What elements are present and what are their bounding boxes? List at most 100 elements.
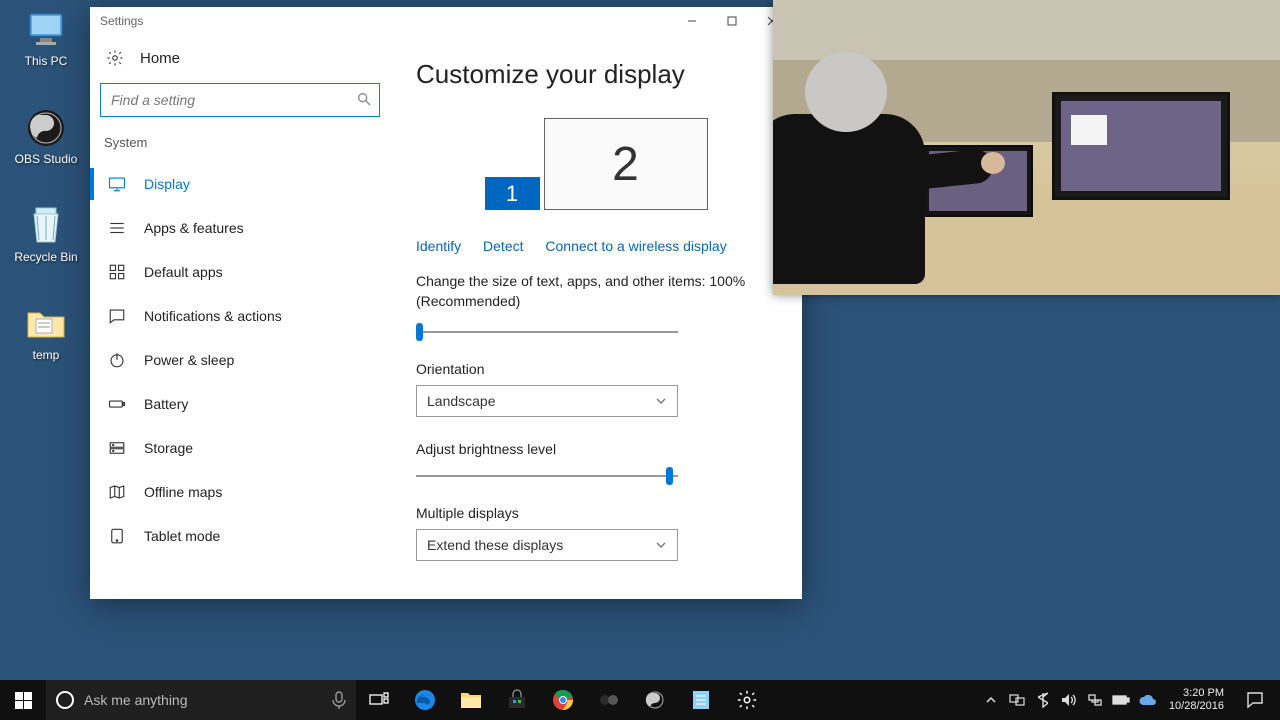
battery-icon <box>108 395 126 413</box>
person <box>773 48 959 288</box>
cortana-icon <box>56 691 74 709</box>
taskbar-notepad[interactable] <box>678 680 724 720</box>
multiple-displays-dropdown[interactable]: Extend these displays <box>416 529 678 561</box>
link-identify[interactable]: Identify <box>416 238 461 254</box>
slider-thumb[interactable] <box>666 467 673 485</box>
minimize-button[interactable] <box>672 7 712 35</box>
nav-power[interactable]: Power & sleep <box>100 338 380 382</box>
tablet-icon <box>108 527 126 545</box>
search-icon <box>356 91 372 107</box>
dropdown-value: Landscape <box>427 393 496 409</box>
desktop-icon-label: temp <box>6 348 86 362</box>
start-button[interactable] <box>0 680 46 720</box>
page-title: Customize your display <box>416 59 776 90</box>
clock-date: 10/28/2016 <box>1169 700 1224 713</box>
display-arrangement[interactable]: 1 2 <box>416 118 776 210</box>
monitor-1[interactable]: 1 <box>485 177 540 210</box>
external-monitor <box>1052 92 1230 200</box>
gear-icon <box>106 49 124 67</box>
defaults-icon <box>108 263 126 281</box>
nav-label: Default apps <box>144 264 223 280</box>
desktop-icon-temp[interactable]: temp <box>6 304 86 362</box>
dropdown-value: Extend these displays <box>427 537 563 553</box>
recycle-bin-icon <box>26 206 66 246</box>
clock-time: 3:20 PM <box>1169 687 1224 700</box>
settings-sidebar: Home System Display Apps & features Defa… <box>90 35 390 599</box>
taskbar-chrome[interactable] <box>540 680 586 720</box>
link-detect[interactable]: Detect <box>483 238 523 254</box>
nav-default-apps[interactable]: Default apps <box>100 250 380 294</box>
obs-icon <box>26 108 66 148</box>
home-label: Home <box>140 50 180 67</box>
cortana-placeholder: Ask me anything <box>84 692 188 708</box>
nav-label: Apps & features <box>144 220 244 236</box>
brightness-slider[interactable] <box>416 465 678 487</box>
taskbar-store[interactable] <box>494 680 540 720</box>
slider-thumb[interactable] <box>416 323 423 341</box>
tray-battery-icon[interactable] <box>1109 680 1133 720</box>
mic-icon <box>332 691 346 709</box>
tray-volume-icon[interactable] <box>1057 680 1081 720</box>
nav-apps[interactable]: Apps & features <box>100 206 380 250</box>
taskbar-settings[interactable] <box>724 680 770 720</box>
nav-offline-maps[interactable]: Offline maps <box>100 470 380 514</box>
titlebar[interactable]: Settings <box>90 7 802 35</box>
cortana-search[interactable]: Ask me anything <box>46 680 356 720</box>
settings-window: Settings Home System Display Apps & feat… <box>90 7 802 599</box>
tray-bluetooth-icon[interactable] <box>1031 680 1055 720</box>
taskbar-app-generic[interactable] <box>586 680 632 720</box>
taskbar-edge[interactable] <box>402 680 448 720</box>
action-center-button[interactable] <box>1234 680 1276 720</box>
chevron-down-icon <box>655 395 667 407</box>
settings-search[interactable] <box>100 83 380 117</box>
system-tray: 3:20 PM 10/28/2016 <box>979 680 1280 720</box>
maximize-button[interactable] <box>712 7 752 35</box>
nav-label: Offline maps <box>144 484 222 500</box>
orientation-label: Orientation <box>416 361 776 377</box>
tray-network-icon[interactable] <box>1083 680 1107 720</box>
desktop-icon-this-pc[interactable]: This PC <box>6 10 86 68</box>
chevron-down-icon <box>655 539 667 551</box>
webcam-overlay <box>773 0 1280 295</box>
nav-label: Notifications & actions <box>144 308 282 324</box>
pc-icon <box>26 10 66 50</box>
multiple-displays-label: Multiple displays <box>416 505 776 521</box>
monitor-2[interactable]: 2 <box>544 118 708 210</box>
taskbar-obs[interactable] <box>632 680 678 720</box>
window-title: Settings <box>100 14 143 28</box>
nav-storage[interactable]: Storage <box>100 426 380 470</box>
desktop-icon-label: This PC <box>6 54 86 68</box>
tray-overflow[interactable] <box>979 680 1003 720</box>
nav-label: Power & sleep <box>144 352 234 368</box>
home-button[interactable]: Home <box>100 43 380 83</box>
power-icon <box>108 351 126 369</box>
nav-label: Battery <box>144 396 188 412</box>
link-wireless-display[interactable]: Connect to a wireless display <box>545 238 726 254</box>
tray-onedrive-icon[interactable] <box>1135 680 1159 720</box>
desktop-icon-recycle-bin[interactable]: Recycle Bin <box>6 206 86 264</box>
nav-notifications[interactable]: Notifications & actions <box>100 294 380 338</box>
nav-display[interactable]: Display <box>100 162 380 206</box>
scale-slider[interactable] <box>416 321 678 343</box>
tray-display-switch[interactable] <box>1005 680 1029 720</box>
desktop-icon-obs[interactable]: OBS Studio <box>6 108 86 166</box>
task-view-button[interactable] <box>356 680 402 720</box>
display-icon <box>108 175 126 193</box>
search-input[interactable] <box>100 83 380 117</box>
desktop-icon-label: OBS Studio <box>6 152 86 166</box>
orientation-dropdown[interactable]: Landscape <box>416 385 678 417</box>
taskbar-clock[interactable]: 3:20 PM 10/28/2016 <box>1161 687 1232 713</box>
folder-icon <box>26 304 66 344</box>
maps-icon <box>108 483 126 501</box>
storage-icon <box>108 439 126 457</box>
nav-battery[interactable]: Battery <box>100 382 380 426</box>
nav-label: Display <box>144 176 190 192</box>
scale-label: Change the size of text, apps, and other… <box>416 272 776 311</box>
section-label: System <box>104 135 380 150</box>
brightness-label: Adjust brightness level <box>416 441 776 457</box>
nav-tablet-mode[interactable]: Tablet mode <box>100 514 380 558</box>
nav-label: Tablet mode <box>144 528 220 544</box>
nav-label: Storage <box>144 440 193 456</box>
apps-icon <box>108 219 126 237</box>
taskbar-file-explorer[interactable] <box>448 680 494 720</box>
